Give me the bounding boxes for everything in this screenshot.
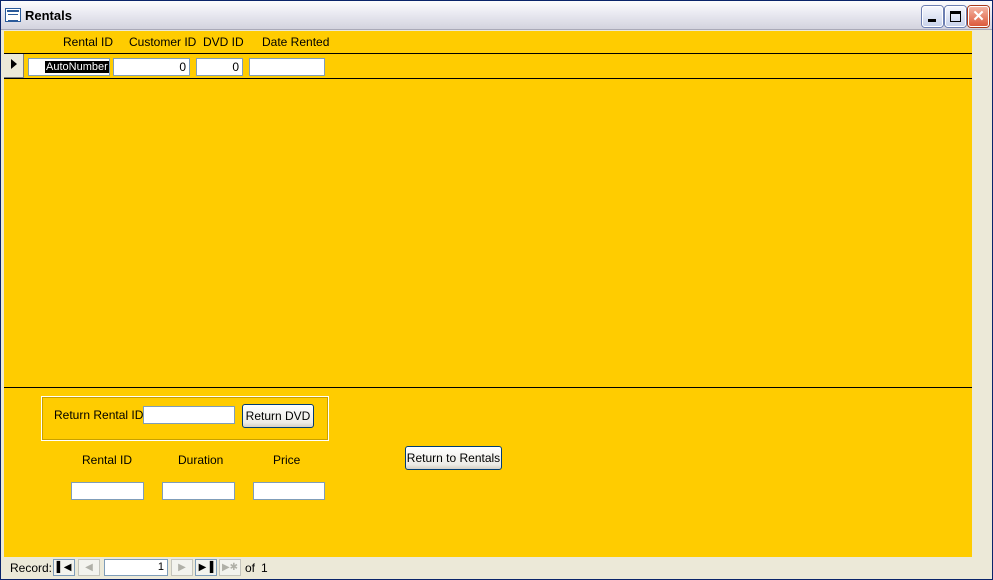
- of-label: of: [245, 561, 256, 575]
- form-right-edge: [972, 31, 992, 557]
- price-label: Price: [273, 453, 301, 467]
- title-bar[interactable]: Rentals ✕: [1, 1, 992, 30]
- window-title: Rentals: [25, 8, 72, 23]
- rentals-form: Rental ID Customer ID DVD ID Date Rented…: [4, 31, 972, 557]
- rental-id-label: Rental ID: [82, 453, 133, 467]
- new-record-icon: ▶✱: [221, 562, 239, 573]
- header-rental-id: Rental ID: [63, 35, 114, 49]
- price-field[interactable]: [253, 482, 325, 500]
- return-rental-id-field[interactable]: [143, 406, 235, 424]
- last-record-button[interactable]: ▶▐: [195, 559, 217, 576]
- maximize-icon: [950, 11, 961, 22]
- rental-id-result-field[interactable]: [71, 482, 144, 500]
- duration-field[interactable]: [162, 482, 235, 500]
- form-icon: [5, 8, 21, 22]
- dvd-id-field[interactable]: 0: [196, 58, 243, 76]
- return-dvd-button[interactable]: Return DVD: [242, 404, 314, 428]
- customer-id-field[interactable]: 0: [113, 58, 190, 76]
- rental-id-value: AutoNumber: [45, 61, 109, 73]
- new-record-button[interactable]: ▶✱: [219, 559, 241, 576]
- record-label: Record:: [10, 561, 53, 575]
- previous-record-icon: ◀: [85, 562, 93, 573]
- previous-record-button[interactable]: ◀: [78, 559, 100, 576]
- maximize-button[interactable]: [945, 6, 966, 27]
- return-rental-id-label: Return Rental ID: [54, 408, 144, 422]
- close-button[interactable]: ✕: [968, 6, 989, 27]
- footer-divider: [4, 387, 972, 388]
- next-record-icon: ▶: [178, 562, 186, 573]
- total-records: 1: [261, 561, 268, 575]
- last-record-icon: ▶▐: [198, 562, 214, 573]
- date-rented-field[interactable]: [249, 58, 325, 76]
- rental-id-field[interactable]: AutoNumber: [28, 58, 110, 76]
- first-record-button[interactable]: ▌◀: [53, 559, 75, 576]
- close-icon: ✕: [972, 8, 985, 25]
- header-customer-id: Customer ID: [129, 35, 197, 49]
- duration-label: Duration: [178, 453, 224, 467]
- return-to-rentals-button[interactable]: Return to Rentals: [405, 446, 502, 470]
- current-record-input[interactable]: 1: [104, 559, 168, 576]
- header-divider: [4, 53, 972, 54]
- current-record-arrow-icon: [11, 59, 17, 69]
- header-date-rented: Date Rented: [262, 35, 330, 49]
- record-selector[interactable]: [4, 54, 24, 78]
- minimize-icon: [928, 19, 936, 22]
- detail-divider: [4, 78, 972, 79]
- header-dvd-id: DVD ID: [203, 35, 244, 49]
- rentals-window: Rentals ✕ Rental ID Customer ID DVD ID D…: [0, 0, 993, 580]
- next-record-button[interactable]: ▶: [171, 559, 193, 576]
- record-navigation-bar: Record: ▌◀ ◀ 1 ▶ ▶▐ ▶✱ of 1: [4, 557, 992, 579]
- first-record-icon: ▌◀: [56, 562, 72, 573]
- minimize-button[interactable]: [922, 6, 943, 27]
